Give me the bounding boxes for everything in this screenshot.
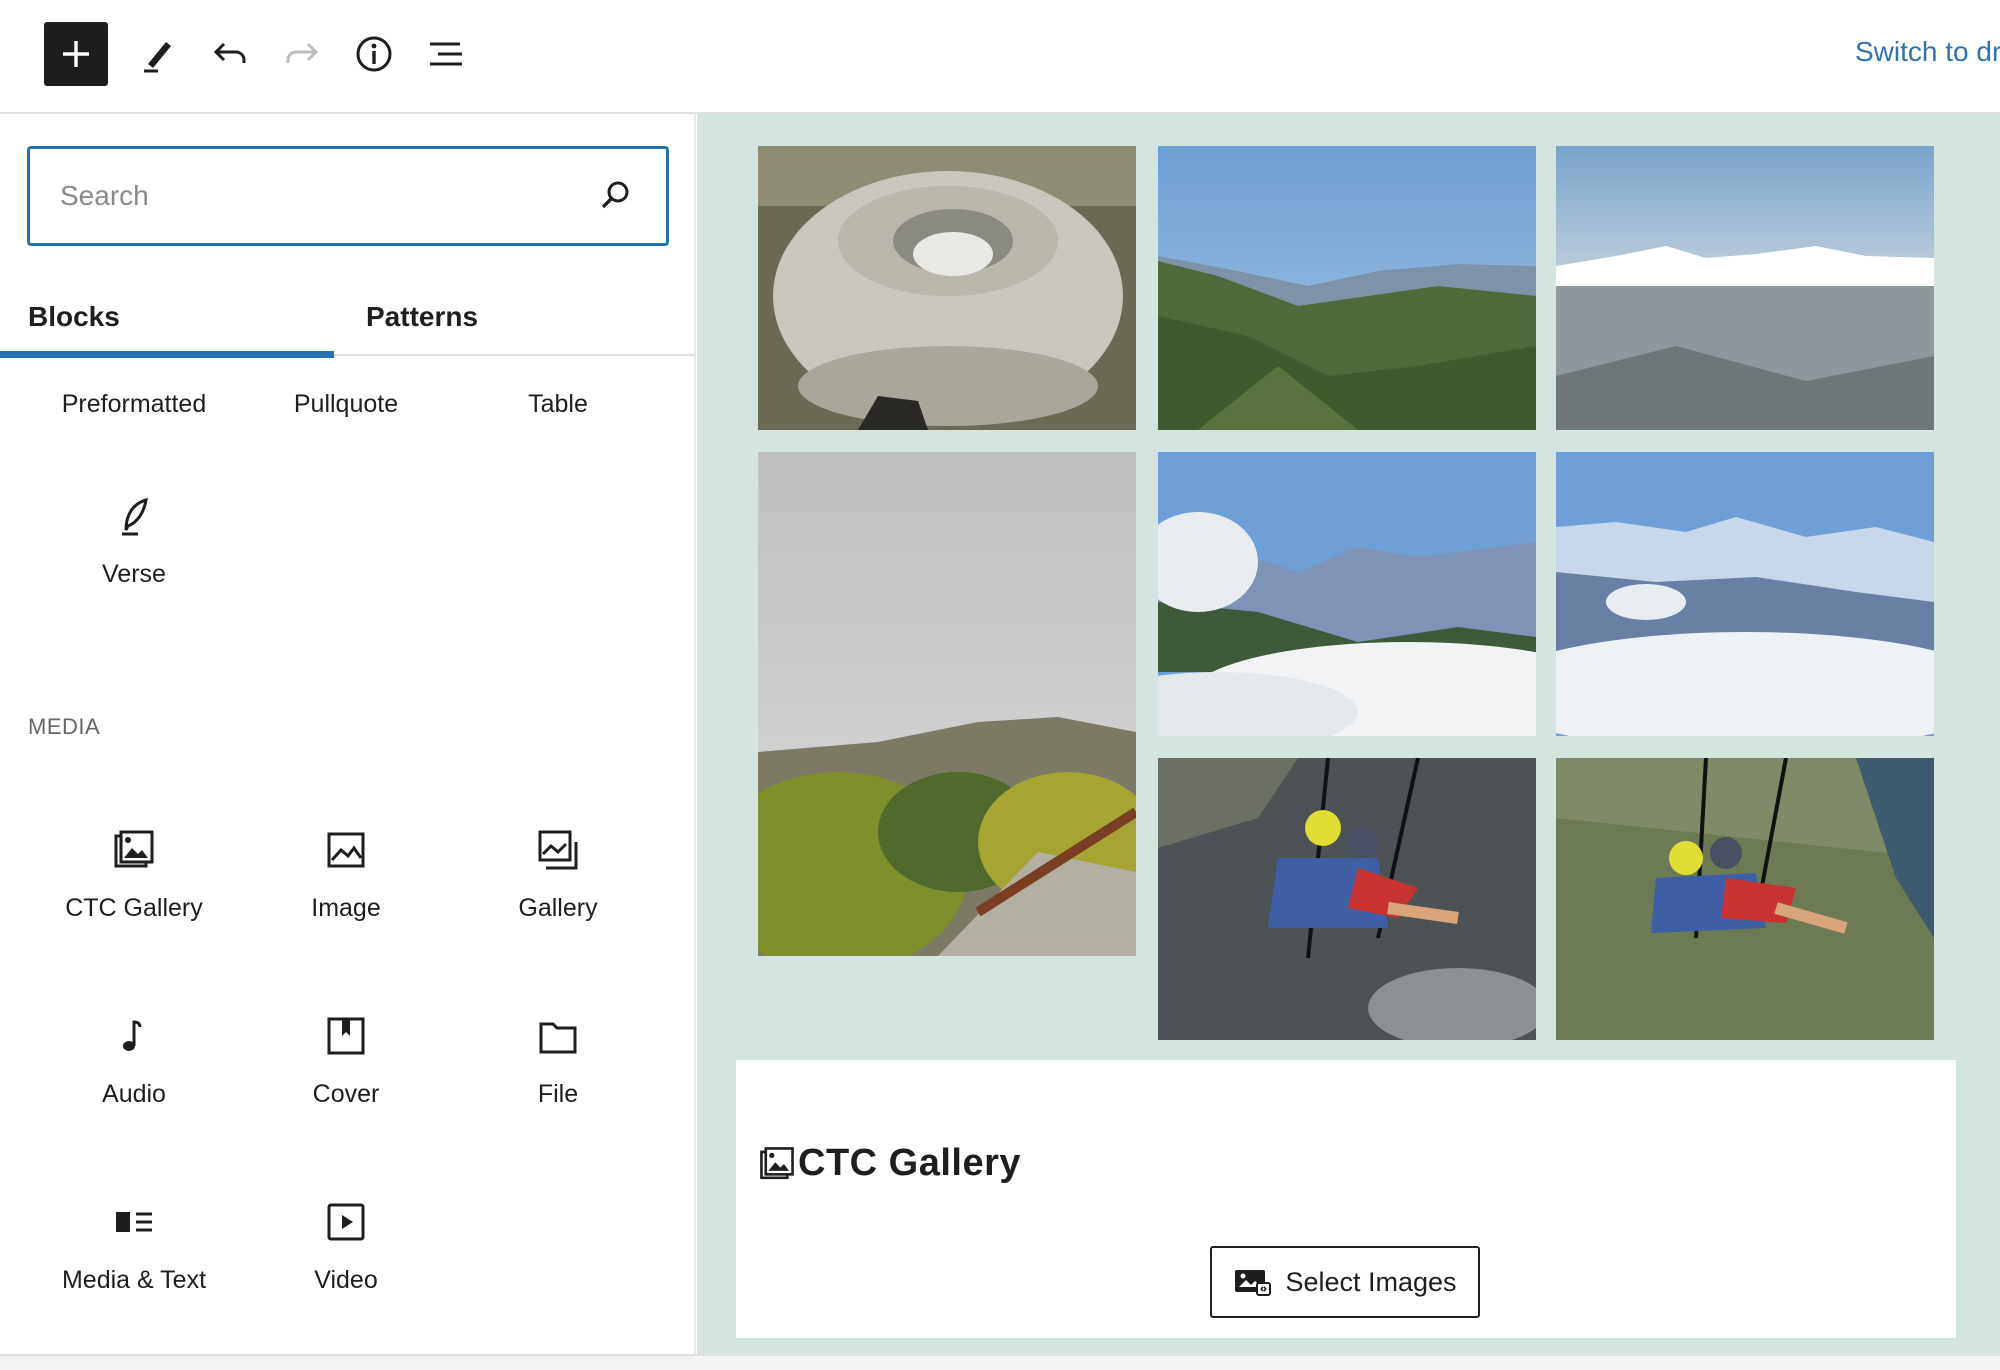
block-pullquote[interactable]: Pullquote (240, 390, 452, 419)
misty-garden-image (758, 452, 1136, 956)
media-select-icon (1235, 1270, 1272, 1296)
block-label: Media & Text (61, 1266, 207, 1294)
block-audio[interactable]: Audio (28, 1014, 240, 1109)
block-cover[interactable]: Cover (240, 1014, 452, 1109)
redo-icon (286, 42, 319, 63)
plus-icon (63, 41, 89, 67)
block-image[interactable]: Image (240, 828, 452, 923)
ctc-gallery-icon (760, 1146, 794, 1179)
switch-to-draft-link[interactable]: Switch to draft (1855, 36, 2000, 68)
pencil-icon (144, 42, 171, 73)
folder-icon (539, 1022, 577, 1054)
image-icon (327, 832, 365, 868)
list-view-icon (430, 42, 462, 66)
block-label: Video (314, 1266, 378, 1294)
block-label: Preformatted (61, 390, 207, 418)
block-preformatted[interactable]: Preformatted (28, 390, 240, 419)
block-verse[interactable]: Verse (28, 494, 240, 589)
gallery-icon (538, 830, 578, 870)
block-video[interactable]: Video (240, 1200, 452, 1295)
block-inserter-panel: Blocks Patterns Preformatted Pullquote T… (0, 114, 696, 1354)
stone-mill-image (758, 146, 1136, 430)
select-images-label: Select Images (1285, 1266, 1457, 1297)
block-label: Table (528, 390, 588, 418)
gallery-photo[interactable] (1556, 452, 1934, 736)
ctc-gallery-icon (114, 830, 154, 868)
audio-icon (123, 1020, 142, 1051)
block-media-text[interactable]: Media & Text (28, 1200, 240, 1295)
details-button[interactable] (342, 22, 406, 86)
search-icon (601, 181, 629, 209)
gallery-photo[interactable] (758, 146, 1136, 430)
paragliders-lake-image (1158, 758, 1536, 1040)
verse-icon (122, 497, 148, 536)
block-label: Gallery (518, 894, 598, 922)
block-gallery[interactable]: Gallery (452, 828, 664, 923)
cover-icon (327, 1017, 365, 1055)
clouds-valley-image (1158, 452, 1536, 736)
info-icon (356, 36, 392, 72)
gallery-photo[interactable] (1556, 146, 1934, 430)
tab-blocks[interactable]: Blocks (0, 274, 334, 358)
redo-button[interactable] (270, 22, 334, 86)
tab-patterns[interactable]: Patterns (334, 274, 668, 356)
paragliders-town-image (1556, 758, 1934, 1040)
tools-button[interactable] (126, 22, 190, 86)
ctc-gallery-title-text: CTC Gallery (798, 1142, 1022, 1184)
block-table[interactable]: Table (452, 390, 664, 419)
block-label: File (537, 1080, 579, 1108)
gallery-photo[interactable] (1158, 758, 1536, 1040)
gallery-photo[interactable] (1158, 452, 1536, 736)
block-search-input[interactable] (60, 175, 580, 217)
video-icon (327, 1203, 365, 1241)
block-label: Pullquote (293, 390, 399, 418)
snow-peaks-image (1556, 452, 1934, 736)
block-inserter-toggle-button[interactable] (44, 22, 108, 86)
undo-icon (213, 42, 246, 63)
valley-image (1158, 146, 1536, 430)
block-label: Image (311, 894, 381, 922)
editor-footer (0, 1354, 2000, 1370)
editor-toolbar: Switch to draft (0, 0, 2000, 114)
undo-button[interactable] (198, 22, 262, 86)
snow-range-image (1556, 146, 1934, 430)
select-images-button[interactable]: Select Images (1210, 1246, 1480, 1318)
gallery-photo[interactable] (1158, 146, 1536, 430)
block-search-field[interactable] (27, 146, 669, 246)
ctc-gallery-block-title: CTC Gallery (758, 1142, 1021, 1185)
ctc-gallery-block[interactable]: CTC Gallery Select Images (736, 1060, 1956, 1338)
block-label: Cover (312, 1080, 380, 1108)
gallery-photo[interactable] (758, 452, 1136, 956)
block-file[interactable]: File (452, 1014, 664, 1109)
block-ctc-gallery[interactable]: CTC Gallery (28, 828, 240, 923)
gallery-photo[interactable] (1556, 758, 1934, 1040)
media-text-icon (116, 1212, 152, 1232)
list-view-button[interactable] (414, 22, 478, 86)
media-section-title: MEDIA (28, 714, 101, 739)
block-label: CTC Gallery (65, 894, 203, 922)
block-label: Verse (102, 560, 166, 588)
inserter-tabs: Blocks Patterns (0, 274, 696, 358)
block-label: Audio (102, 1080, 166, 1108)
